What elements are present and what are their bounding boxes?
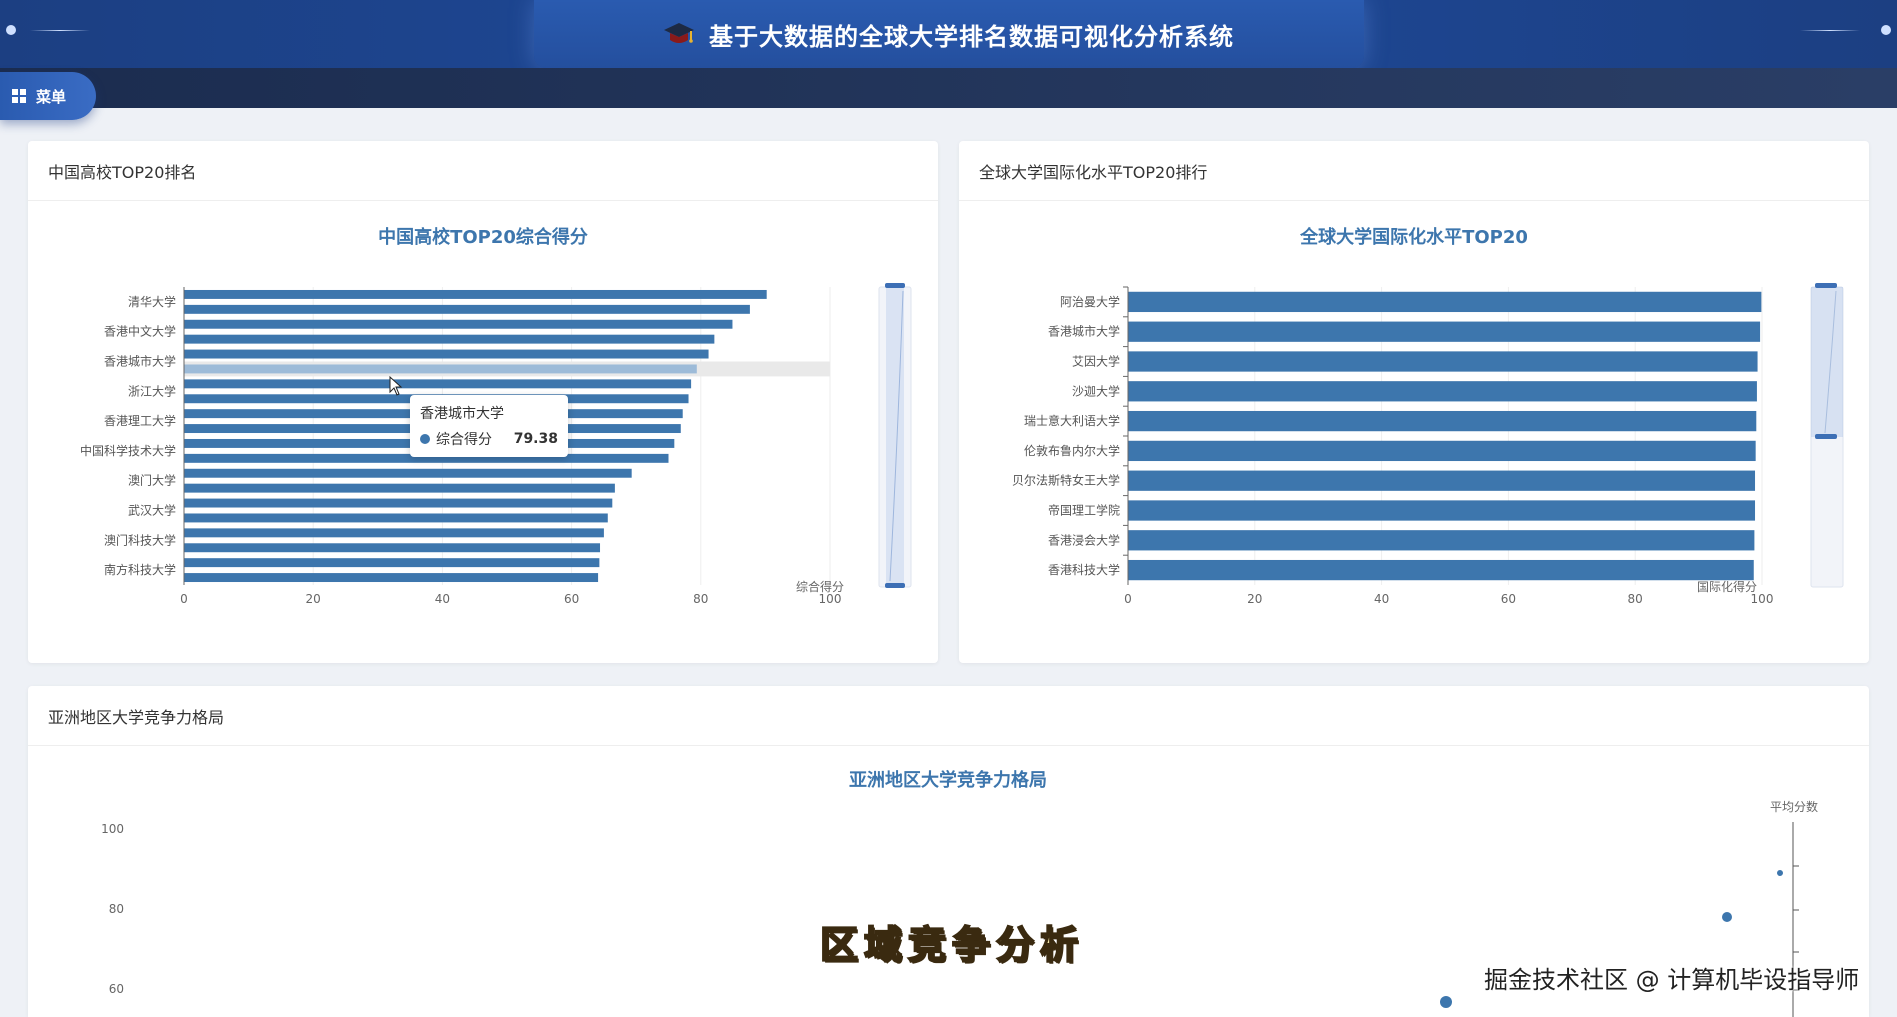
bar	[184, 364, 697, 374]
chart-tooltip: 香港城市大学 综合得分 79.38	[410, 395, 568, 457]
scatter-point	[1777, 870, 1783, 876]
y-category-label: 澳门科技大学	[104, 532, 176, 547]
scatter-point	[1440, 996, 1452, 1008]
bar	[184, 498, 613, 508]
graduation-cap-icon	[664, 23, 694, 43]
y-category-label: 香港城市大学	[104, 354, 176, 369]
y-category-label: 清华大学	[128, 294, 176, 309]
y-category-label: 香港城市大学	[1048, 324, 1120, 339]
bar	[184, 558, 600, 568]
bar	[1128, 291, 1762, 313]
tooltip-marker	[420, 434, 430, 444]
x-tick-label: 60	[564, 592, 579, 606]
bar	[184, 379, 692, 389]
bar	[184, 513, 608, 523]
y-tick-label: 60	[109, 982, 124, 996]
bar	[184, 334, 715, 344]
x-tick-label: 0	[180, 592, 188, 606]
bar	[1128, 440, 1756, 462]
y-category-label: 阿治曼大学	[1060, 294, 1120, 309]
x-tick-label: 100	[1751, 592, 1774, 606]
bar	[1128, 351, 1758, 372]
video-subtitle: 区域竞争分析	[819, 922, 1085, 968]
tooltip-value: 79.38	[513, 431, 558, 447]
y-category-label: 武汉大学	[128, 503, 176, 518]
x-tick-label: 20	[1247, 592, 1262, 606]
bar	[184, 573, 599, 583]
y-category-label: 浙江大学	[128, 383, 176, 398]
chart-title: 亚洲地区大学竞争力格局	[849, 769, 1047, 791]
bar	[184, 483, 615, 493]
intl-top20-chart[interactable]: 全球大学国际化水平TOP20 0 20 40 60 80 100 阿治曼大学香港城市大学艾因大…	[959, 141, 1869, 663]
bar	[184, 468, 632, 478]
datazoom-handle-top	[885, 283, 905, 288]
bar	[1128, 381, 1757, 402]
mouse-cursor-icon	[389, 376, 403, 396]
chart-title: 中国高校TOP20综合得分	[378, 226, 588, 248]
visual-map-label: 平均分数	[1770, 799, 1818, 814]
page-title: 基于大数据的全球大学排名数据可视化分析系统	[709, 22, 1234, 51]
y-category-label: 香港浸会大学	[1048, 532, 1120, 547]
y-category-label: 伦敦布鲁内尔大学	[1024, 443, 1120, 458]
bar	[184, 304, 750, 314]
bar	[184, 528, 604, 538]
tooltip-series: 综合得分	[436, 432, 492, 448]
bar	[1128, 530, 1755, 551]
x-axis-name: 国际化得分	[1697, 579, 1757, 594]
menu-label: 菜单	[36, 87, 67, 106]
grid-menu-icon	[12, 89, 26, 103]
y-category-label: 艾因大学	[1072, 354, 1120, 369]
bar	[1128, 410, 1757, 432]
y-category-label: 澳门大学	[128, 473, 176, 488]
x-tick-label: 40	[1374, 592, 1389, 606]
y-category-label: 帝国理工学院	[1048, 503, 1120, 518]
y-category-label: 南方科技大学	[104, 562, 176, 577]
x-tick-label: 20	[306, 592, 321, 606]
y-category-label: 贝尔法斯特女王大学	[1012, 473, 1120, 488]
datazoom-handle-top	[1815, 283, 1837, 288]
x-tick-label: 80	[1628, 592, 1643, 606]
bar	[184, 289, 767, 299]
bar	[1128, 470, 1756, 491]
datazoom-handle-bottom	[885, 583, 905, 588]
x-tick-label: 100	[819, 592, 842, 606]
y-category-label: 瑞士意大利语大学	[1024, 413, 1120, 428]
china-top20-panel: 中国高校TOP20排名 中国高校TOP20综合得分 0 20 40 60 80 100 清华大…	[28, 141, 938, 663]
bar	[1128, 500, 1756, 521]
x-tick-label: 80	[693, 592, 708, 606]
bar	[184, 543, 601, 553]
x-tick-label: 60	[1501, 592, 1516, 606]
datazoom-handle-bottom	[1815, 434, 1837, 439]
y-category-label: 香港理工大学	[104, 413, 176, 428]
menu-button[interactable]: 菜单	[0, 72, 96, 120]
top-header-bar: 基于大数据的全球大学排名数据可视化分析系统	[0, 0, 1897, 68]
y-category-label: 香港中文大学	[104, 324, 176, 339]
intl-top20-panel: 全球大学国际化水平TOP20排行 全球大学国际化水平TOP20 0 20 40 60 80…	[959, 141, 1869, 663]
scatter-point	[1722, 912, 1732, 922]
y-category-label: 沙迦大学	[1072, 383, 1120, 398]
bar	[184, 349, 709, 359]
y-category-label: 香港科技大学	[1048, 562, 1120, 577]
tooltip-name: 香港城市大学	[420, 406, 504, 422]
bar	[184, 319, 733, 329]
datazoom-window	[886, 287, 904, 587]
x-tick-label: 40	[435, 592, 450, 606]
chart-title: 全球大学国际化水平TOP20	[1299, 226, 1528, 248]
x-tick-label: 0	[1124, 592, 1132, 606]
y-tick-label: 100	[101, 822, 124, 836]
y-tick-label: 80	[109, 902, 124, 916]
y-category-label: 中国科学技术大学	[80, 443, 176, 458]
nav-bar	[0, 68, 1897, 108]
x-axis-name: 综合得分	[796, 579, 844, 594]
bar	[1128, 321, 1761, 342]
watermark-text: 掘金技术社区 @ 计算机毕设指导师	[1484, 966, 1860, 994]
bar	[1128, 559, 1754, 581]
